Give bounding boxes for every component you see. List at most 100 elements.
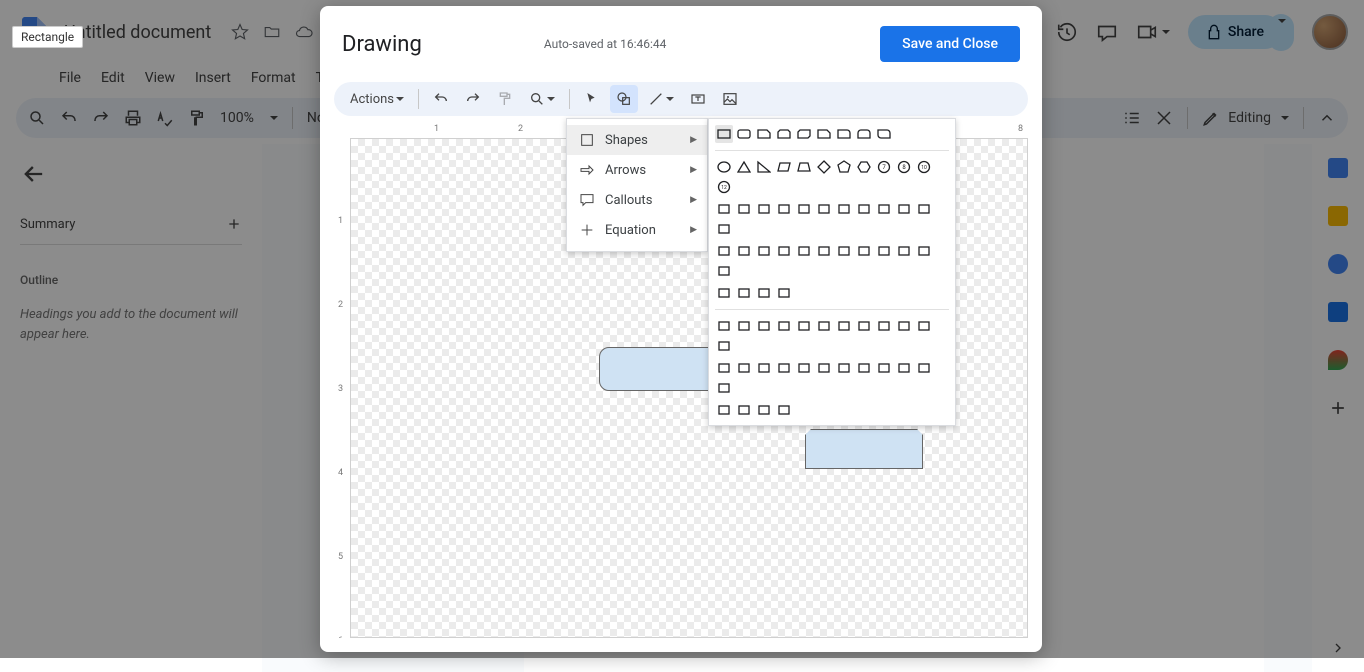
shape-tool[interactable] bbox=[610, 85, 638, 113]
shape-half-frame[interactable] bbox=[795, 200, 813, 218]
shape-flow-process[interactable] bbox=[715, 317, 733, 335]
shape-flow-seq[interactable] bbox=[715, 401, 733, 419]
shape-flow-direct[interactable] bbox=[755, 401, 773, 419]
shape-flow-manual[interactable] bbox=[915, 317, 933, 335]
shape-flow-connector[interactable] bbox=[715, 359, 733, 377]
menu-item-equation[interactable]: Equation▶ bbox=[567, 215, 707, 245]
modal-title: Drawing bbox=[342, 32, 422, 57]
shape-flow-extract[interactable] bbox=[875, 359, 893, 377]
shape-flow-or[interactable] bbox=[815, 359, 833, 377]
save-and-close-button[interactable]: Save and Close bbox=[880, 26, 1020, 62]
shape-flow-merge[interactable] bbox=[895, 359, 913, 377]
shape-smiley[interactable] bbox=[795, 242, 813, 260]
shape-folded-corner[interactable] bbox=[775, 242, 793, 260]
callouts-category-icon bbox=[579, 192, 595, 208]
shape-bracket-r[interactable] bbox=[715, 284, 733, 302]
shape-flow-predef[interactable] bbox=[795, 317, 813, 335]
shape-flow-internal[interactable] bbox=[815, 317, 833, 335]
shape-block-arc[interactable] bbox=[755, 242, 773, 260]
shape-flow-mag-disk[interactable] bbox=[735, 401, 753, 419]
shape-flow-data[interactable] bbox=[775, 317, 793, 335]
shape-flow-prep[interactable] bbox=[895, 317, 913, 335]
shape-plaque-tabs[interactable] bbox=[775, 284, 793, 302]
shape-diamond[interactable] bbox=[815, 158, 833, 176]
picker-group-1 bbox=[715, 125, 949, 143]
shape-snip-same[interactable] bbox=[775, 125, 793, 143]
shape-flow-card[interactable] bbox=[755, 359, 773, 377]
shape-octagon[interactable]: 8 bbox=[895, 158, 913, 176]
shape-teardrop[interactable] bbox=[755, 200, 773, 218]
shape-snip-round[interactable] bbox=[815, 125, 833, 143]
menu-item-callouts[interactable]: Callouts▶ bbox=[567, 185, 707, 215]
shape-flow-stored[interactable] bbox=[915, 359, 933, 377]
shape-frame[interactable] bbox=[775, 200, 793, 218]
shape-hexagon[interactable] bbox=[855, 158, 873, 176]
shape-decagon[interactable]: 10 bbox=[915, 158, 933, 176]
shape-parallelogram[interactable] bbox=[775, 158, 793, 176]
redo-icon[interactable] bbox=[459, 85, 487, 113]
shape-heart[interactable] bbox=[815, 242, 833, 260]
shape-arc[interactable] bbox=[915, 242, 933, 260]
shape-flow-document[interactable] bbox=[835, 317, 853, 335]
shape-flow-alt[interactable] bbox=[735, 317, 753, 335]
line-tool[interactable] bbox=[642, 85, 680, 113]
shape-can[interactable] bbox=[895, 200, 913, 218]
undo-icon[interactable] bbox=[427, 85, 455, 113]
shape-diag-stripe[interactable] bbox=[835, 200, 853, 218]
shape-snip-single[interactable] bbox=[755, 125, 773, 143]
menu-item-arrows[interactable]: Arrows▶ bbox=[567, 155, 707, 185]
shape-pentagon[interactable] bbox=[835, 158, 853, 176]
shape-brace-l[interactable] bbox=[735, 284, 753, 302]
shape-flow-terminator[interactable] bbox=[875, 317, 893, 335]
svg-text:12: 12 bbox=[721, 185, 727, 191]
shape-round-same[interactable] bbox=[855, 125, 873, 143]
shape-flow-collate[interactable] bbox=[835, 359, 853, 377]
actions-menu[interactable]: Actions bbox=[344, 88, 410, 111]
shape-flow-tape[interactable] bbox=[775, 359, 793, 377]
shape-trapezoid[interactable] bbox=[795, 158, 813, 176]
shape-category-menu: Shapes▶ Arrows▶ Callouts▶ Equation▶ bbox=[566, 118, 708, 252]
shape-chord[interactable] bbox=[735, 200, 753, 218]
shape-cube[interactable] bbox=[915, 200, 933, 218]
shape-cross[interactable] bbox=[855, 200, 873, 218]
shape-no-symbol[interactable] bbox=[735, 242, 753, 260]
arrows-category-icon bbox=[579, 162, 595, 178]
shape-lightning[interactable] bbox=[835, 242, 853, 260]
shape-dodecagon[interactable]: 12 bbox=[715, 178, 733, 196]
shape-flow-decision[interactable] bbox=[755, 317, 773, 335]
shape-flow-display[interactable] bbox=[775, 401, 793, 419]
select-tool[interactable] bbox=[578, 85, 606, 113]
paint-format-icon[interactable] bbox=[491, 85, 519, 113]
shape-bracket-l[interactable] bbox=[715, 262, 733, 280]
shape-l-shape[interactable] bbox=[815, 200, 833, 218]
shape-donut[interactable] bbox=[715, 242, 733, 260]
shape-flow-summing[interactable] bbox=[795, 359, 813, 377]
shape-moon[interactable] bbox=[875, 242, 893, 260]
shape-rect[interactable] bbox=[715, 125, 733, 143]
shape-flow-manual-op[interactable] bbox=[715, 337, 733, 355]
shape-bevel[interactable] bbox=[715, 220, 733, 238]
shape-flow-delay[interactable] bbox=[715, 379, 733, 397]
canvas-shape[interactable] bbox=[805, 429, 923, 469]
textbox-tool[interactable] bbox=[684, 85, 712, 113]
shape-round-diag[interactable] bbox=[875, 125, 893, 143]
shape-brace-r[interactable] bbox=[755, 284, 773, 302]
shape-oval[interactable] bbox=[715, 158, 733, 176]
shape-snip-diag[interactable] bbox=[795, 125, 813, 143]
shape-triangle[interactable] bbox=[735, 158, 753, 176]
shape-sun[interactable] bbox=[855, 242, 873, 260]
shapes-category-icon bbox=[579, 132, 595, 148]
shape-flow-offpage[interactable] bbox=[735, 359, 753, 377]
shape-flow-multidoc[interactable] bbox=[855, 317, 873, 335]
shape-plaque[interactable] bbox=[875, 200, 893, 218]
shape-pie[interactable] bbox=[715, 200, 733, 218]
shape-round-single[interactable] bbox=[835, 125, 853, 143]
shape-heptagon[interactable]: 7 bbox=[875, 158, 893, 176]
shape-rounded-rect[interactable] bbox=[735, 125, 753, 143]
image-tool[interactable] bbox=[716, 85, 744, 113]
zoom-tool[interactable] bbox=[523, 85, 561, 113]
shape-cloud[interactable] bbox=[895, 242, 913, 260]
menu-item-shapes[interactable]: Shapes▶ bbox=[567, 125, 707, 155]
shape-rtriangle[interactable] bbox=[755, 158, 773, 176]
shape-flow-sort[interactable] bbox=[855, 359, 873, 377]
